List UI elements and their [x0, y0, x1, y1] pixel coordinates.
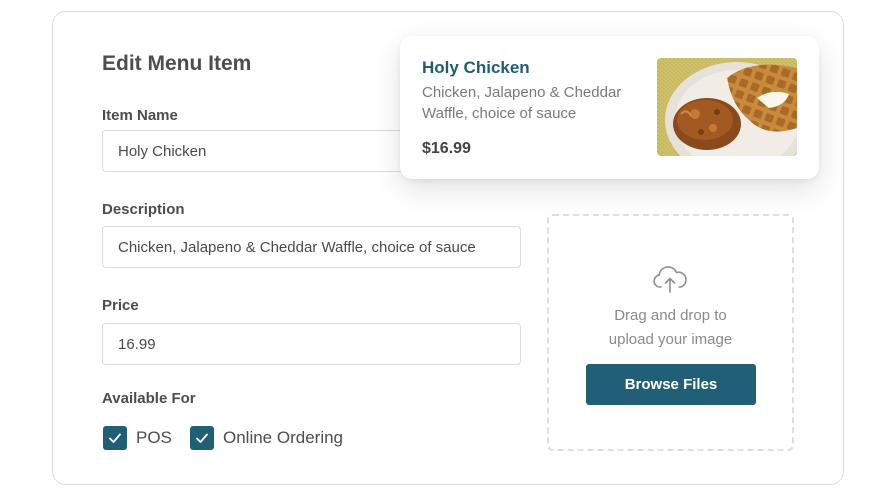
- dropzone-text-line-1: Drag and drop to: [614, 307, 727, 324]
- price-value: 16.99: [118, 335, 156, 353]
- description-field[interactable]: Chicken, Jalapeno & Cheddar Waffle, choi…: [102, 226, 521, 268]
- food-photo: [657, 58, 797, 156]
- description-value: Chicken, Jalapeno & Cheddar Waffle, choi…: [118, 238, 476, 256]
- page-title: Edit Menu Item: [102, 52, 252, 75]
- menu-item-preview-card: Holy Chicken Chicken, Jalapeno & Cheddar…: [400, 36, 819, 179]
- price-field[interactable]: 16.99: [102, 323, 521, 365]
- item-name-value: Holy Chicken: [118, 142, 207, 160]
- online-ordering-option[interactable]: Online Ordering: [190, 426, 343, 450]
- preview-item-name: Holy Chicken: [422, 58, 530, 77]
- online-ordering-checkbox[interactable]: [190, 426, 214, 450]
- dropzone-text-line-2: upload your image: [608, 331, 733, 348]
- online-ordering-label: Online Ordering: [223, 428, 344, 447]
- preview-item-description: Chicken, Jalapeno & Cheddar Waffle, choi…: [422, 84, 622, 122]
- description-label: Description: [102, 201, 185, 218]
- dropzone-instructions: Drag and drop to upload your image: [547, 304, 794, 352]
- pos-label: POS: [136, 428, 172, 447]
- pos-checkbox[interactable]: [103, 426, 127, 450]
- item-name-label: Item Name: [102, 107, 178, 124]
- checkmark-icon: [196, 433, 208, 443]
- available-for-label: Available For: [102, 390, 196, 407]
- pos-option[interactable]: POS: [103, 426, 172, 450]
- preview-item-price: $16.99: [422, 140, 471, 157]
- cloud-upload-icon: [653, 266, 687, 293]
- browse-files-button[interactable]: Browse Files: [586, 364, 756, 405]
- checkmark-icon: [109, 433, 121, 443]
- price-label: Price: [102, 297, 139, 314]
